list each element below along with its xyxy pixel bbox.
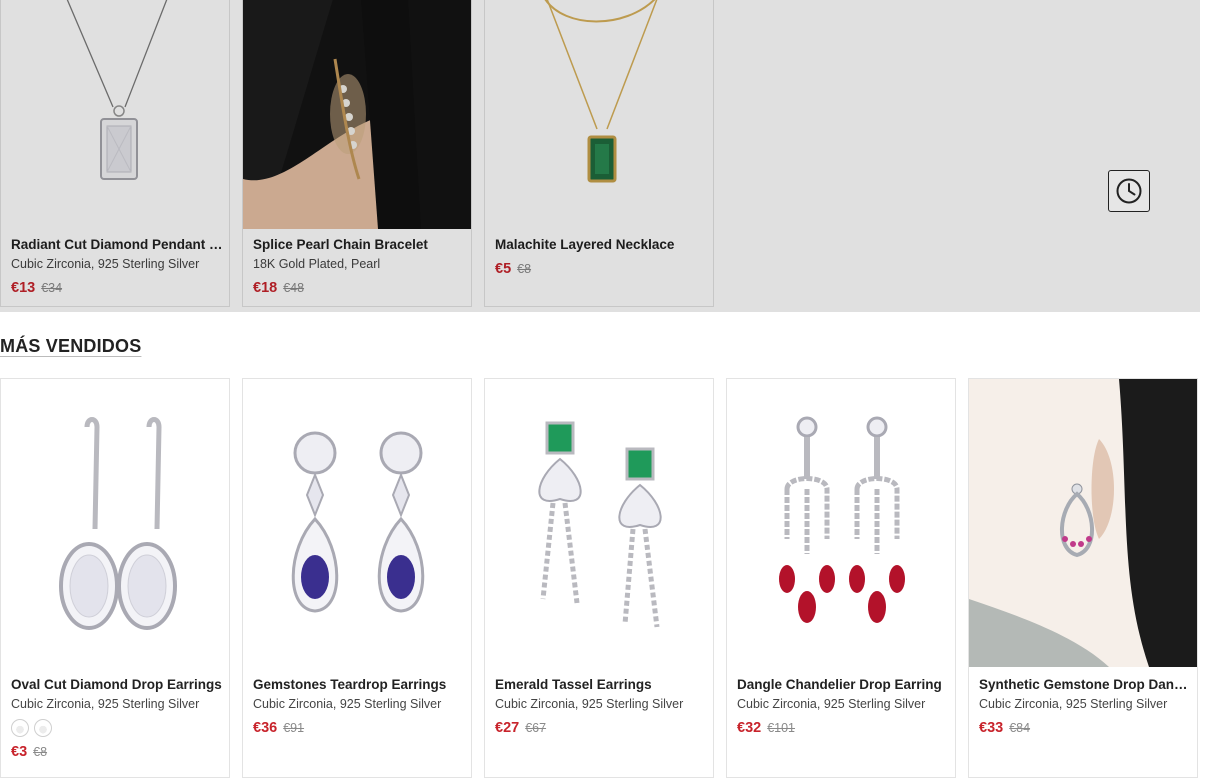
original-price: €8 (33, 745, 48, 759)
clock-icon (1116, 178, 1142, 204)
product-title[interactable]: Malachite Layered Necklace (495, 237, 707, 252)
original-price: €101 (767, 721, 796, 735)
product-material: Cubic Zirconia, 925 Sterling Silver (737, 697, 926, 711)
sale-price: €13 (11, 280, 36, 296)
color-swatches (11, 719, 223, 739)
product-card[interactable]: Dangle Chandelier Drop Earring Cubic Zir… (726, 378, 956, 778)
original-price: €67 (525, 721, 547, 735)
product-title[interactable]: Dangle Chandelier Drop Earring (737, 677, 949, 692)
sale-price: €18 (253, 280, 278, 296)
product-image[interactable] (1, 379, 229, 667)
product-image[interactable] (243, 379, 471, 667)
product-material: Cubic Zirconia, 925 Sterling Silver (253, 697, 442, 711)
price-row: €13 €34 (11, 279, 223, 297)
recently-viewed-section: Radiant Cut Diamond Pendant Necklace Cub… (0, 0, 1200, 312)
recent-product-card[interactable]: Radiant Cut Diamond Pendant Necklace Cub… (0, 0, 230, 307)
original-price: €8 (517, 262, 532, 276)
price-row: €5 €8 (495, 260, 707, 278)
price-row: €36 €91 (253, 719, 465, 737)
sale-price: €32 (737, 720, 762, 736)
product-image[interactable] (243, 0, 471, 229)
product-card[interactable]: Gemstones Teardrop Earrings Cubic Zircon… (242, 378, 472, 778)
sale-price: €33 (979, 720, 1004, 736)
sale-price: €36 (253, 720, 278, 736)
product-title[interactable]: Gemstones Teardrop Earrings (253, 677, 465, 692)
product-material: Cubic Zirconia, 925 Sterling Silver (11, 257, 200, 271)
product-title[interactable]: Splice Pearl Chain Bracelet (253, 237, 465, 252)
section-heading[interactable]: MÁS VENDIDOS (0, 336, 141, 357)
product-title[interactable]: Oval Cut Diamond Drop Earrings (11, 677, 223, 692)
product-material: Cubic Zirconia, 925 Sterling Silver (979, 697, 1168, 711)
price-row: €27 €67 (495, 719, 707, 737)
sale-price: €27 (495, 720, 520, 736)
price-row: €18 €48 (253, 279, 465, 297)
sale-price: €3 (11, 744, 28, 760)
sale-price: €5 (495, 261, 512, 277)
product-card[interactable]: Synthetic Gemstone Drop Dangle Earrings … (968, 378, 1198, 778)
recent-product-card[interactable]: Splice Pearl Chain Bracelet 18K Gold Pla… (242, 0, 472, 307)
price-row: €32 €101 (737, 719, 949, 737)
original-price: €34 (41, 281, 63, 295)
product-card[interactable]: Emerald Tassel Earrings Cubic Zirconia, … (484, 378, 714, 778)
product-material: Cubic Zirconia, 925 Sterling Silver (495, 697, 684, 711)
product-image[interactable] (485, 379, 713, 667)
product-image[interactable] (485, 0, 713, 229)
product-title[interactable]: Radiant Cut Diamond Pendant Necklace (11, 237, 223, 252)
variant-swatch[interactable] (11, 719, 29, 737)
original-price: €84 (1009, 721, 1031, 735)
original-price: €48 (283, 281, 305, 295)
product-material: Cubic Zirconia, 925 Sterling Silver (11, 697, 200, 711)
product-title[interactable]: Emerald Tassel Earrings (495, 677, 707, 692)
variant-swatch[interactable] (34, 719, 52, 737)
product-image[interactable] (969, 379, 1197, 667)
price-row: €33 €84 (979, 719, 1191, 737)
product-title[interactable]: Synthetic Gemstone Drop Dangle Earrings (979, 677, 1191, 692)
price-row: €3 €8 (11, 743, 223, 761)
product-card[interactable]: Oval Cut Diamond Drop Earrings Cubic Zir… (0, 378, 230, 778)
product-image[interactable] (727, 379, 955, 667)
original-price: €91 (283, 721, 305, 735)
product-material: 18K Gold Plated, Pearl (253, 257, 381, 271)
product-image[interactable] (1, 0, 229, 229)
browsing-history-button[interactable] (1108, 170, 1150, 212)
recent-product-card[interactable]: Malachite Layered Necklace €5 €8 (484, 0, 714, 307)
